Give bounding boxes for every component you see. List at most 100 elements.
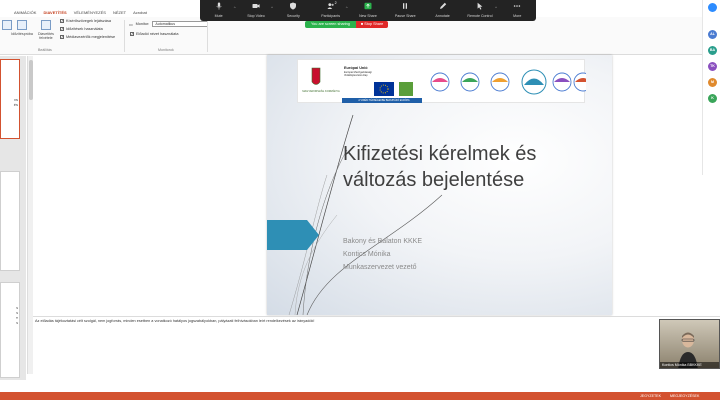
new-share-label: New Share [359, 14, 377, 18]
chevron-up-icon[interactable]: ^ [271, 5, 273, 10]
screen-sharing-banner: You are screen sharing ■ Stop Share [305, 21, 389, 28]
subtitle-line-name: Kontics Mónika [343, 251, 391, 258]
pause-share-label: Pause Share [394, 14, 416, 18]
participant-video[interactable]: Kontics Mónika BBKKKE [659, 319, 720, 369]
ribbon-divider [124, 20, 125, 52]
stop-share-label: Stop Share [364, 22, 384, 26]
more-label: More [513, 14, 522, 18]
check-icon: ✓ [60, 19, 64, 23]
thumbnail-text: vs és [13, 97, 18, 107]
check-icon: ✓ [130, 32, 134, 36]
narrations-checkbox[interactable]: ✓ Kísérőszövegek lejátszása [60, 19, 111, 23]
tab-review[interactable]: VÉLEMÉNYEZÉS [74, 8, 106, 17]
remote-control-button[interactable]: ^ Remote Control [465, 2, 497, 18]
video-camera-icon [252, 4, 260, 8]
eu-banner-text: A VIDÉKI TÉRSÉGEKBE BERUHÁZÓ EURÓPA [358, 99, 410, 102]
security-button[interactable]: Security [278, 2, 308, 18]
slide-thumbnail-1[interactable]: vs és [0, 59, 20, 139]
stop-video-button[interactable]: ^ Stop Video [241, 2, 273, 18]
notes-pane[interactable]: Az előadás tájékoztatási célt szolgál, n… [35, 319, 655, 369]
remote-control-icon [477, 2, 483, 10]
subtitle-line-org: Bakony és Balaton KKKE [343, 238, 422, 245]
record-slideshow-button[interactable]: Diavetítés felvétele [35, 20, 57, 40]
chevron-up-icon[interactable]: ^ [234, 5, 236, 10]
logo-strip: MAGYARORSZÁG KORMÁNYA Európai Unió Európ… [297, 59, 593, 103]
participants-button[interactable]: 2 ^ Participants [316, 1, 348, 18]
rehearse-timings-button[interactable]: Időzítéspróba [11, 20, 33, 36]
slide-canvas[interactable]: MAGYARORSZÁG KORMÁNYA Európai Unió Európ… [267, 55, 612, 315]
monitor-select[interactable]: ▭ Monitor: Automatikus [129, 21, 209, 27]
slide-title: Kifizetési kérelmek és változás bejelent… [343, 141, 536, 193]
slide-thumbnail-3[interactable]: s s ≡ s [0, 282, 20, 378]
notes-toggle[interactable]: JEGYZETEK [640, 393, 661, 399]
more-dots-icon [514, 5, 521, 7]
logo-strip-graphics [311, 67, 593, 103]
group-monitors-label: Monitorok [158, 48, 174, 52]
chat-avatar[interactable]: M [708, 78, 717, 87]
media-controls-label: Médiavezérlők megjelenítése [66, 35, 116, 39]
chat-avatar[interactable]: BA [708, 46, 717, 55]
stop-share-button[interactable]: ■ Stop Share [355, 21, 389, 28]
sharing-status: You are screen sharing [305, 21, 356, 28]
security-label: Security [286, 14, 300, 18]
presenter-view-label: Előadói nézet használata [136, 32, 179, 36]
partial-ribbon-button[interactable] [2, 20, 12, 32]
chevron-up-icon[interactable]: ^ [346, 5, 348, 10]
annotate-button[interactable]: Annotate [428, 2, 458, 18]
comments-toggle[interactable]: MEGJEGYZÉSEK [670, 393, 699, 399]
mute-label: Mute [214, 14, 223, 18]
ribbon-divider [207, 20, 208, 52]
participants-count-badge: 2 [334, 1, 337, 5]
pause-icon [403, 3, 408, 9]
arrow-pointer [267, 220, 319, 250]
media-controls-checkbox[interactable]: ✓ Médiavezérlők megjelenítése [60, 35, 115, 39]
slide-title-line-2: változás bejelentése [343, 169, 525, 191]
thumbnail-scrollbar[interactable] [27, 56, 33, 374]
shield-icon [290, 2, 297, 10]
participant-name: Kontics Mónika BBKKKE [660, 362, 719, 368]
timings-checkbox[interactable]: ✓ Időzítések használata [60, 27, 103, 31]
annotate-label: Annotate [435, 14, 450, 18]
more-button[interactable]: More [502, 2, 532, 18]
eu-sub-text: Európai Mezőgazdasági Vidékfejlesztési A… [344, 71, 372, 77]
rehearse-timings-label: Időzítéspróba [11, 32, 33, 36]
record-icon [41, 20, 51, 30]
stop-video-label: Stop Video [247, 14, 265, 18]
record-slideshow-label: Diavetítés felvétele [38, 32, 54, 40]
slide-thumbnail-2[interactable] [0, 171, 20, 271]
monitor-value[interactable]: Automatikus [152, 21, 209, 27]
scrollbar-thumb[interactable] [29, 60, 33, 100]
thumbnail-text: s s ≡ s [15, 306, 18, 325]
chat-avatar[interactable]: AL [708, 30, 717, 39]
presenter-view-checkbox[interactable]: ✓ Előadói nézet használata [130, 32, 178, 36]
tab-animations[interactable]: ANIMÁCIÓK [14, 8, 36, 17]
stopwatch-icon [17, 20, 27, 30]
timings-label: Időzítések használata [66, 27, 103, 31]
slide-subtitle: Bakony és Balaton KKKE Kontics Mónika Mu… [343, 235, 422, 274]
chat-avatar[interactable]: TK [708, 62, 717, 71]
eu-flag-icon [374, 82, 394, 96]
slide-thumbnail-panel: vs és s s ≡ s [0, 56, 26, 380]
zoom-meeting-toolbar: ^ Mute ^ Stop Video Security 2 ^ Partici… [200, 0, 536, 21]
chevron-up-icon[interactable]: ^ [495, 5, 497, 10]
monitor-label: Monitor: [135, 22, 150, 26]
mute-button[interactable]: ^ Mute [204, 2, 236, 18]
remote-control-label: Remote Control [467, 14, 493, 18]
hungary-coat-of-arms-icon [311, 67, 321, 85]
group-setup-label: Beállítás [38, 48, 52, 52]
check-icon: ✓ [60, 27, 64, 31]
new-share-button[interactable]: New Share [353, 2, 383, 18]
monitor-icon: ▭ [129, 22, 133, 27]
annotate-pen-icon [439, 2, 446, 9]
chat-sidebar: AL BA TK M K [702, 0, 720, 175]
tab-acrobat[interactable]: Acrobat [133, 8, 147, 17]
notes-divider [33, 316, 720, 317]
leader-logo-icon [399, 82, 413, 96]
chat-avatar[interactable]: K [708, 94, 717, 103]
tab-slideshow[interactable]: DIAVETÍTÉS [43, 8, 66, 17]
share-screen-icon [364, 2, 372, 10]
pause-share-button[interactable]: Pause Share [390, 2, 420, 18]
ribbon-tabs: ANIMÁCIÓK DIAVETÍTÉS VÉLEMÉNYEZÉS NÉZET … [0, 8, 147, 17]
tab-view[interactable]: NÉZET [113, 8, 126, 17]
chat-avatar[interactable] [708, 3, 717, 12]
